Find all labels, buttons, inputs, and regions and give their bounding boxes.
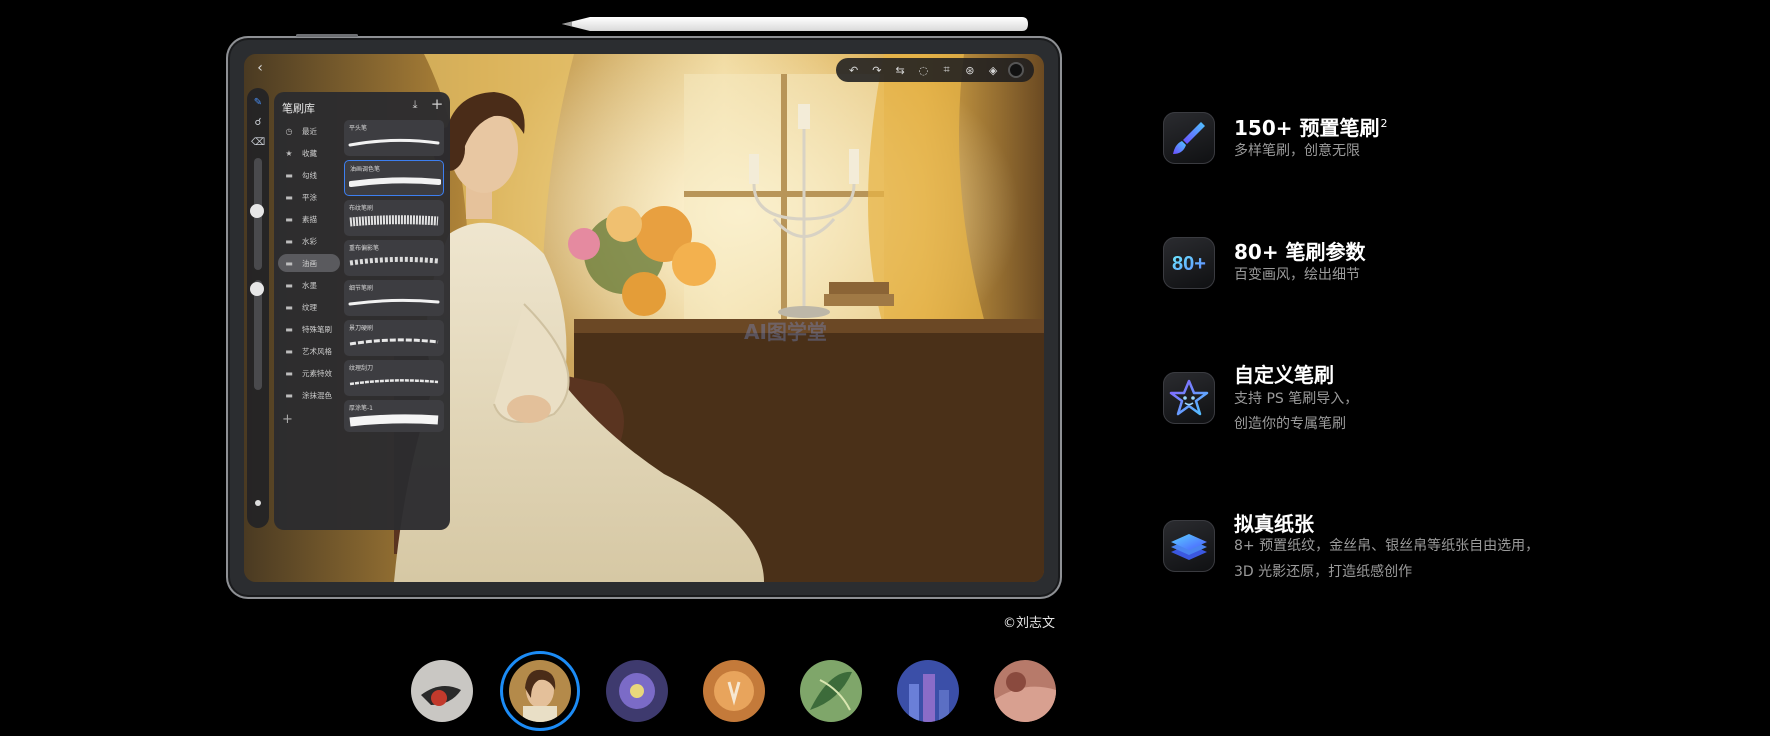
feature-title: 自定义笔刷 [1234,363,1334,387]
brush-icon: ▬ [285,236,293,246]
feature-title: 80+ 笔刷参数 [1234,240,1366,264]
brush-card[interactable]: 纹理刮刀 [344,360,444,396]
feature-desc: 3D 光影还原，打造纸感创作 [1234,564,1413,580]
brush-opacity-slider[interactable] [254,280,262,390]
star-face-icon [1163,372,1215,424]
brush-stroke-preview [349,414,439,427]
brush-icon: ▬ [285,302,293,312]
eraser-tool-icon[interactable]: ⌫ [251,136,265,150]
brush-icon: ▬ [285,390,293,400]
category-ink[interactable]: ▬ 水墨 [278,276,340,294]
brush-stroke-preview [348,138,440,147]
brush-icon: ▬ [285,324,293,334]
brush-icon: ▬ [285,368,293,378]
thumb-purple-flower[interactable] [606,660,668,722]
color-picker-swatch[interactable] [1008,62,1025,78]
tablet-screen: AI图学堂 ‹ ↶ ↷ ⇆ ◌ ⌗ ⊛ ◈ ✎ ☌ ⌫ 笔刷库 ⤓ + ◷ 最近 … [244,54,1044,582]
feature-title: 拟真纸张 [1234,512,1314,536]
thumb-ink-bird[interactable] [411,660,473,722]
tool-rail: ✎ ☌ ⌫ [247,88,269,528]
brush-card[interactable]: 景刀硬刷 [344,320,444,356]
star-icon: ★ [285,148,293,158]
brush-card[interactable]: 布纹笔刷 [344,200,444,236]
clock-icon: ◷ [285,126,293,136]
add-category-icon[interactable]: + [282,412,293,427]
category-sketch[interactable]: ▬ 素描 [278,210,340,228]
smudge-tool-icon[interactable]: ☌ [251,116,265,130]
brush-icon: ▬ [285,258,293,268]
category-oil[interactable]: ▬ 油画 [278,254,340,272]
thumb-green-leaves[interactable] [800,660,862,722]
category-favorites[interactable]: ★ 收藏 [278,144,340,162]
lasso-select-icon[interactable]: ◌ [915,62,931,78]
brush-stroke-preview [348,298,440,306]
category-smudge[interactable]: ▬ 涂抹混色 [278,386,340,404]
adjust-sliders-icon[interactable]: ⇆ [892,62,908,78]
thumb-deer[interactable] [703,660,765,722]
parameters-80-icon: 80+ [1163,237,1215,289]
brush-size-knob[interactable] [250,204,264,218]
back-chevron-icon[interactable]: ‹ [252,60,268,76]
thumb-blue-city[interactable] [897,660,959,722]
brush-card[interactable]: 细节笔刷 [344,280,444,316]
thumb-pink-abstract[interactable] [994,660,1056,722]
brush-stroke-preview [349,215,439,227]
brush-opacity-knob[interactable] [250,282,264,296]
pencil-icon: ▬ [285,214,293,224]
tablet-volume-button [296,34,358,37]
brush-card[interactable]: 厚涂笔-1 [344,400,444,432]
feature-desc: 百变画风，绘出细节 [1234,267,1360,283]
category-lineart[interactable]: ▬ 勾线 [278,166,340,184]
watermark: AI图学堂 [744,320,827,344]
paper-stack-icon [1163,520,1215,572]
brush-stroke-preview [349,338,439,346]
category-art-style[interactable]: ▬ 艺术风格 [278,342,340,360]
brush-library-panel: 笔刷库 ⤓ + ◷ 最近 ★ 收藏 ▬ 勾线 ▬ 平涂 ▬ 素描 ▬ 水彩 ▬ 油画 ▬ 水墨 … [274,92,450,530]
feature-title: 150+ 预置笔刷2 [1234,116,1388,140]
brush-card-selected[interactable]: 油画调色笔 [344,160,444,196]
artwork-credit: ©刘志文 [1003,616,1056,631]
blend-icon[interactable]: ⊛ [962,62,978,78]
category-effects[interactable]: ▬ 元素特效 [278,364,340,382]
brush-icon: ▬ [285,280,293,290]
brush-tool-icon[interactable]: ✎ [251,96,265,110]
brush-library-title: 笔刷库 [282,102,315,115]
feature-desc: 支持 PS 笔刷导入， [1234,391,1359,407]
category-watercolor[interactable]: ▬ 水彩 [278,232,340,250]
brush-stroke-preview [349,177,441,187]
parameters-80-text: 80+ [1172,253,1206,275]
brush-stroke-preview [349,256,439,266]
add-icon[interactable]: + [430,96,444,112]
category-texture[interactable]: ▬ 纹理 [278,298,340,316]
redo-icon[interactable]: ↷ [869,62,885,78]
stylus-pencil [562,17,1028,31]
download-icon[interactable]: ⤓ [408,98,422,112]
brush-icon: ▬ [285,192,293,202]
feature-desc: 创造你的专属笔刷 [1234,416,1346,432]
feature-desc: 多样笔刷，创意无限 [1234,143,1360,159]
crop-icon[interactable]: ⌗ [939,62,955,78]
category-flat[interactable]: ▬ 平涂 [278,188,340,206]
color-dot[interactable] [255,500,261,506]
feature-desc: 8+ 预置纸纹，金丝帛、银丝帛等纸张自由选用， [1234,538,1540,554]
brush-card[interactable]: 重布偏影笔 [344,240,444,276]
layers-icon[interactable]: ◈ [985,62,1001,78]
category-special[interactable]: ▬ 特殊笔刷 [278,320,340,338]
thumb-portrait-woman[interactable] [509,660,571,722]
brush-icon: ▬ [285,170,293,180]
category-recent[interactable]: ◷ 最近 [278,122,340,140]
brush-card[interactable]: 平头笔 [344,120,444,156]
undo-icon[interactable]: ↶ [846,62,862,78]
canvas-toolbar: ↶ ↷ ⇆ ◌ ⌗ ⊛ ◈ [836,58,1034,82]
paintbrush-icon [1163,112,1215,164]
brush-icon: ▬ [285,346,293,356]
brush-stroke-preview [349,379,439,386]
